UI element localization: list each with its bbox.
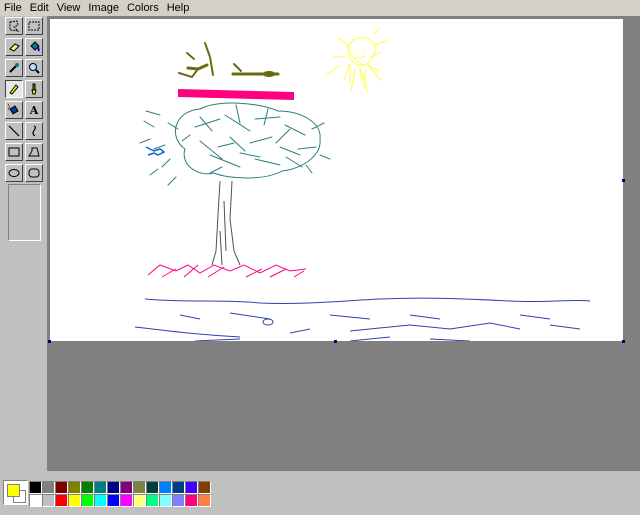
palette-swatch[interactable] (146, 494, 159, 507)
pencil-tool[interactable] (5, 80, 23, 98)
palette-swatch[interactable] (198, 481, 211, 494)
ellipse-icon (8, 169, 20, 177)
drawing (134, 26, 591, 341)
palette-swatch[interactable] (185, 481, 198, 494)
airbrush-icon (8, 104, 19, 115)
polygon-icon (28, 147, 40, 157)
palette-swatch[interactable] (94, 494, 107, 507)
tree-trunk (211, 180, 241, 266)
menu-file[interactable]: File (0, 0, 26, 16)
free-form-select-tool[interactable] (5, 17, 23, 35)
rect-select-icon (28, 21, 40, 31)
pencil-icon (9, 84, 19, 95)
svg-text:A: A (29, 104, 39, 117)
palette-swatch[interactable] (68, 481, 81, 494)
palette-swatch[interactable] (81, 494, 94, 507)
palette-swatch[interactable] (94, 481, 107, 494)
palette-swatch[interactable] (172, 481, 185, 494)
water-lines (134, 297, 591, 341)
rounded-rectangle-tool[interactable] (25, 164, 43, 182)
curve-icon (32, 125, 37, 137)
airbrush-tool[interactable] (5, 101, 23, 119)
color-box (0, 475, 640, 515)
eraser-icon (9, 43, 20, 52)
palette-swatch[interactable] (55, 494, 68, 507)
select-tool[interactable] (25, 17, 43, 35)
line-tool[interactable] (5, 122, 23, 140)
current-colors[interactable] (3, 480, 28, 505)
palette-swatch[interactable] (29, 494, 42, 507)
palette-swatch[interactable] (107, 481, 120, 494)
menu-colors[interactable]: Colors (123, 0, 163, 16)
free-form-select-icon (9, 20, 20, 32)
palette-swatch[interactable] (120, 494, 133, 507)
menu-edit[interactable]: Edit (26, 0, 53, 16)
palette-swatch[interactable] (172, 494, 185, 507)
pink-grass (147, 264, 307, 278)
palette-swatch[interactable] (42, 494, 55, 507)
palette-swatch[interactable] (133, 494, 146, 507)
resize-handle-right[interactable] (622, 179, 625, 182)
text-tool[interactable]: A (25, 101, 43, 119)
eyedropper-icon (9, 63, 19, 73)
rectangle-icon (8, 147, 20, 157)
drawing-canvas[interactable] (50, 19, 623, 341)
paint-bucket-icon (30, 41, 40, 52)
palette-swatch[interactable] (159, 494, 172, 507)
menu-help[interactable]: Help (163, 0, 194, 16)
tool-box: A (3, 16, 46, 248)
palette-swatch[interactable] (159, 481, 172, 494)
palette-swatch[interactable] (68, 494, 81, 507)
palette-swatch[interactable] (42, 481, 55, 494)
palette-swatch[interactable] (133, 481, 146, 494)
magnifier-tool[interactable] (25, 59, 43, 77)
text-icon: A (29, 104, 39, 117)
brush-icon (31, 83, 37, 95)
sun-sketch (325, 26, 389, 94)
resize-handle-corner[interactable] (622, 340, 625, 343)
brush-tool[interactable] (25, 80, 43, 98)
tool-options-panel[interactable] (8, 184, 41, 241)
palette-swatch[interactable] (146, 481, 159, 494)
palette-swatch[interactable] (55, 481, 68, 494)
rectangle-tool[interactable] (5, 143, 23, 161)
resize-handle-bottom[interactable] (334, 340, 337, 343)
line-icon (8, 125, 20, 137)
polygon-tool[interactable] (25, 143, 43, 161)
fill-tool[interactable] (25, 38, 43, 56)
palette-swatch[interactable] (81, 481, 94, 494)
ellipse-tool[interactable] (5, 164, 23, 182)
palette-swatch[interactable] (198, 494, 211, 507)
tree-canopy (139, 102, 331, 186)
magnifier-icon (29, 63, 40, 74)
workspace (47, 16, 640, 471)
pick-color-tool[interactable] (5, 59, 23, 77)
foreground-color-swatch (7, 484, 20, 497)
menu-bar: File Edit View Image Colors Help (0, 0, 640, 16)
eraser-tool[interactable] (5, 38, 23, 56)
brown-brush-strokes (178, 42, 280, 79)
palette-swatch[interactable] (185, 494, 198, 507)
menu-view[interactable]: View (53, 0, 85, 16)
rounded-rectangle-icon (28, 168, 40, 178)
palette-swatch[interactable] (29, 481, 42, 494)
curve-tool[interactable] (25, 122, 43, 140)
pink-band (177, 89, 295, 100)
resize-handle-bottom-left (48, 340, 51, 343)
palette-swatch[interactable] (107, 494, 120, 507)
palette-swatch[interactable] (120, 481, 133, 494)
menu-image[interactable]: Image (84, 0, 123, 16)
